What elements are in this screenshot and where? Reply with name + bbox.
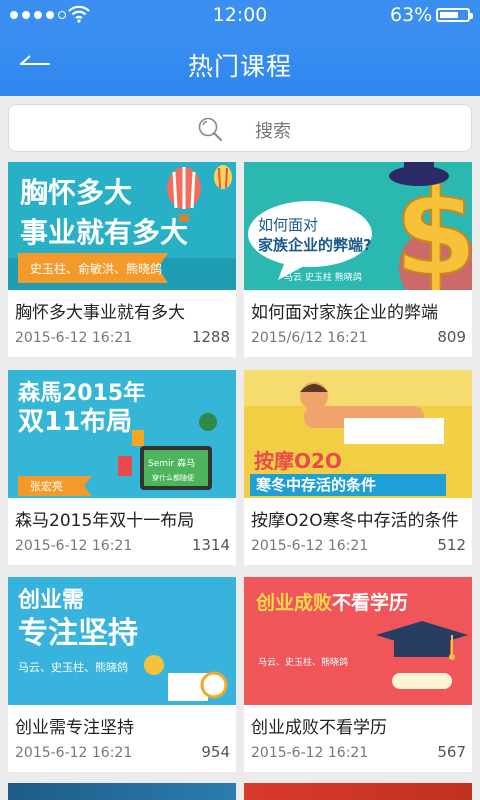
- battery-icon: [436, 8, 473, 22]
- view-count: 1314: [191, 536, 230, 554]
- course-banner: 创业成败 不看学历 马云、史玉柱、熊晓鸽: [244, 577, 472, 705]
- banner-tag: 史玉柱、俞敏洪、熊晓鸽: [30, 261, 162, 276]
- view-count: 809: [437, 328, 466, 346]
- navigation-bar: 热门课程: [0, 32, 480, 96]
- battery-percentage: 63%: [390, 4, 433, 26]
- banner-line2: 双11布局: [18, 407, 132, 437]
- banner-tag: 张宏亮: [30, 479, 63, 493]
- banner-line2: 家族企业的弊端?: [258, 236, 372, 254]
- search-placeholder: 搜索: [255, 121, 291, 142]
- banner-line2: 寒冬中存活的条件: [256, 476, 376, 494]
- view-count: 954: [201, 743, 230, 761]
- course-date: 2015-6-12 16:21: [251, 745, 369, 761]
- course-date: 2015-6-12 16:21: [15, 330, 133, 346]
- search-bar[interactable]: 搜索: [8, 104, 472, 152]
- course-card-partial[interactable]: [244, 783, 472, 800]
- banner-tag: 马云、史玉柱、熊晓鸽: [18, 660, 128, 674]
- course-banner: 创业需 专注坚持 马云、史玉柱、熊晓鸽: [8, 577, 236, 705]
- course-card[interactable]: 森馬2015年 双11布局 Semir 森马 穿什么都随便 张宏亮 森马2015…: [8, 370, 236, 565]
- course-title: 按摩O2O寒冬中存活的条件: [251, 511, 459, 531]
- course-banner: 如何面对 家族企业的弊端? 马云 史玉柱 熊晓鸽 $: [244, 162, 472, 290]
- banner-line1a: 创业成败: [255, 591, 332, 614]
- banner-screen2: 穿什么都随便: [152, 473, 194, 482]
- course-title: 森马2015年双十一布局: [15, 511, 195, 531]
- page-title: 热门课程: [187, 52, 292, 81]
- course-card[interactable]: 如何面对 家族企业的弊端? 马云 史玉柱 熊晓鸽 $ 如何面对家族企业的弊端 2…: [244, 162, 472, 357]
- banner-line1: 如何面对: [258, 216, 318, 234]
- course-title: 创业需专注坚持: [15, 718, 134, 738]
- course-date: 2015/6/12 16:21: [251, 330, 368, 346]
- course-date: 2015-6-12 16:21: [251, 538, 369, 554]
- course-banner: 胸怀多大 事业就有多大 史玉柱、俞敏洪、熊晓鸽: [8, 162, 236, 290]
- course-title: 胸怀多大事业就有多大: [15, 303, 185, 323]
- course-title: 创业成败不看学历: [251, 718, 387, 738]
- view-count: 1288: [191, 328, 230, 346]
- course-card[interactable]: 胸怀多大 事业就有多大 史玉柱、俞敏洪、熊晓鸽 胸怀多大事业就有多大 2015-…: [8, 162, 236, 357]
- course-banner: 按摩O2O 寒冬中存活的条件: [244, 370, 472, 498]
- course-date: 2015-6-12 16:21: [15, 538, 133, 554]
- course-date: 2015-6-12 16:21: [15, 745, 133, 761]
- banner-line2: 事业就有多大: [20, 216, 188, 249]
- banner-line1b: 不看学历: [332, 591, 408, 614]
- banner-line1: 按摩O2O: [254, 449, 342, 473]
- banner-line1: 创业需: [17, 588, 84, 613]
- banner-tag: 马云 史玉柱 熊晓鸽: [284, 271, 362, 283]
- course-card-partial[interactable]: [8, 783, 236, 800]
- course-card[interactable]: 按摩O2O 寒冬中存活的条件 按摩O2O寒冬中存活的条件 2015-6-12 1…: [244, 370, 472, 565]
- banner-line1: 胸怀多大: [20, 176, 132, 209]
- banner-line1: 森馬2015年: [18, 380, 145, 406]
- banner-tag: 马云、史玉柱、熊晓鸽: [258, 656, 348, 668]
- course-card[interactable]: 创业需 专注坚持 马云、史玉柱、熊晓鸽 创业需专注坚持 2015-6-12 16…: [8, 577, 236, 772]
- course-card[interactable]: 创业成败 不看学历 马云、史玉柱、熊晓鸽 创业成败不看学历 2015-6-12 …: [244, 577, 472, 772]
- banner-line2: 专注坚持: [18, 616, 138, 651]
- course-banner: 森馬2015年 双11布局 Semir 森马 穿什么都随便 张宏亮: [8, 370, 236, 498]
- view-count: 567: [437, 743, 466, 761]
- course-title: 如何面对家族企业的弊端: [251, 303, 438, 323]
- banner-screen: Semir 森马: [148, 457, 195, 469]
- search-icon: [198, 117, 222, 141]
- status-bar: 12:00 63%: [0, 0, 480, 32]
- view-count: 512: [437, 536, 466, 554]
